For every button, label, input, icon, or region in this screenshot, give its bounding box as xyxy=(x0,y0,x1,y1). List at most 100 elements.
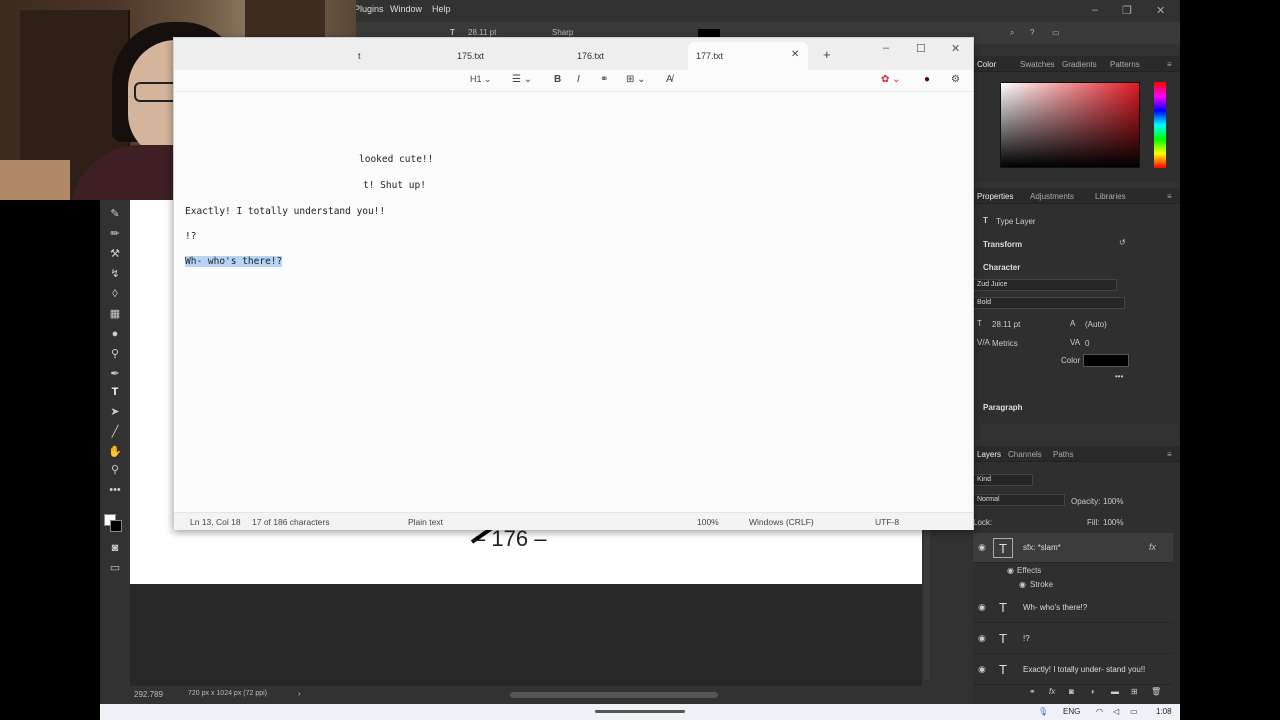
status-zoom[interactable]: 100% xyxy=(697,517,719,527)
clear-format-icon[interactable]: A̸ xyxy=(666,74,673,85)
trash-icon[interactable]: 🗑 xyxy=(1151,687,1161,696)
ps-close-icon[interactable]: ✕ xyxy=(1156,4,1165,17)
options-color-swatch[interactable] xyxy=(698,29,720,37)
font-family-dropdown[interactable]: Zud Juice xyxy=(973,279,1117,291)
status-format[interactable]: Plain text xyxy=(408,517,443,527)
language-indicator[interactable]: ENG xyxy=(1063,707,1080,716)
status-zoom[interactable]: 292.789 xyxy=(134,690,163,699)
heading-dropdown[interactable]: H1 ⌄ xyxy=(470,74,492,85)
status-line-ending[interactable]: Windows (CRLF) xyxy=(749,517,814,527)
path-selection-icon[interactable]: ➤ xyxy=(107,404,123,420)
tab-properties[interactable]: Properties xyxy=(977,192,1013,201)
text-color-swatch[interactable] xyxy=(1083,354,1129,367)
fill-value[interactable]: 100% xyxy=(1103,518,1123,527)
stroke-eye-icon[interactable]: ◉ xyxy=(1019,580,1026,589)
menu-window[interactable]: Window xyxy=(390,4,422,14)
new-tab-icon[interactable]: + xyxy=(823,47,831,62)
more-options-icon[interactable]: ••• xyxy=(1115,372,1123,381)
visibility-eye-icon[interactable]: ◉ xyxy=(978,542,986,553)
leading-value[interactable]: (Auto) xyxy=(1085,320,1107,329)
gradient-tool-icon[interactable]: ▦ xyxy=(107,306,123,322)
menu-plugins[interactable]: Plugins xyxy=(354,4,384,14)
close-icon[interactable]: ✕ xyxy=(951,42,960,55)
minimize-icon[interactable]: – xyxy=(883,42,889,54)
visibility-eye-icon[interactable]: ◉ xyxy=(978,602,986,613)
effects-label[interactable]: Effects xyxy=(1017,566,1041,575)
close-tab-icon[interactable]: ✕ xyxy=(791,49,799,60)
bold-icon[interactable]: B xyxy=(554,74,561,85)
effects-eye-icon[interactable]: ◉ xyxy=(1007,566,1014,575)
status-arrow-icon[interactable]: › xyxy=(298,689,301,698)
panel-menu-icon[interactable]: ≡ xyxy=(1167,450,1172,459)
stamp-tool-icon[interactable]: ⚒ xyxy=(107,246,123,262)
panel-menu-icon[interactable]: ≡ xyxy=(1167,60,1172,69)
italic-icon[interactable]: I xyxy=(577,74,580,85)
mask-icon[interactable]: ◙ xyxy=(1069,687,1074,696)
tab-swatches[interactable]: Swatches xyxy=(1020,60,1055,69)
tab-gradients[interactable]: Gradients xyxy=(1062,60,1097,69)
ps-maximize-icon[interactable]: ❐ xyxy=(1122,4,1132,17)
layer-row[interactable]: ◉ T !? xyxy=(973,624,1173,654)
type-tool-icon[interactable]: T xyxy=(107,384,123,400)
layer-row[interactable]: ◉ T Exactly! I totally under- stand you!… xyxy=(973,655,1173,685)
taskbar-home-indicator[interactable] xyxy=(595,710,685,713)
profile-avatar-icon[interactable]: ● xyxy=(924,74,930,85)
new-layer-icon[interactable]: ⊞ xyxy=(1131,687,1138,696)
eraser-tool-icon[interactable]: ◊ xyxy=(107,286,123,302)
link-icon[interactable]: ⚭ xyxy=(600,74,608,85)
tab-paths[interactable]: Paths xyxy=(1053,450,1073,459)
status-encoding[interactable]: UTF-8 xyxy=(875,517,899,527)
canvas-horizontal-scrollbar[interactable] xyxy=(510,692,718,698)
options-font-size[interactable]: 28.11 pt xyxy=(468,28,496,37)
workspace-icon[interactable]: ▭ xyxy=(1052,28,1060,37)
pen-tool-icon[interactable]: ✒ xyxy=(107,366,123,382)
search-icon[interactable]: ⌕ xyxy=(1010,28,1014,38)
options-antialias[interactable]: Sharp xyxy=(552,28,573,37)
help-icon[interactable]: ? xyxy=(1030,28,1034,37)
fx-icon[interactable]: fx xyxy=(1149,542,1156,552)
table-icon[interactable]: ⊞ ⌄ xyxy=(626,74,646,85)
adjustment-icon[interactable]: ◐ xyxy=(1091,687,1096,696)
kerning-value[interactable]: Metrics xyxy=(992,339,1018,348)
line-tool-icon[interactable]: ╱ xyxy=(107,424,123,440)
folder-icon[interactable]: ▬ xyxy=(1111,687,1119,696)
background-color[interactable] xyxy=(110,520,122,532)
tracking-value[interactable]: 0 xyxy=(1085,339,1089,348)
list-icon[interactable]: ☰ ⌄ xyxy=(512,74,532,85)
visibility-eye-icon[interactable]: ◉ xyxy=(978,664,986,675)
tab-patterns[interactable]: Patterns xyxy=(1110,60,1140,69)
quick-mask-icon[interactable]: ◙ xyxy=(107,540,123,556)
tab-file[interactable]: 176.txt xyxy=(569,42,612,70)
zoom-tool-icon[interactable]: ⚲ xyxy=(107,462,123,478)
font-size-value[interactable]: 28.11 pt xyxy=(992,320,1020,329)
panel-menu-icon[interactable]: ≡ xyxy=(1167,192,1172,201)
tab-file[interactable]: t xyxy=(350,42,369,70)
battery-icon[interactable]: ▭ xyxy=(1130,707,1138,716)
status-doc-info[interactable]: 720 px x 1024 px (72 ppi) xyxy=(188,690,267,697)
character-heading[interactable]: Character xyxy=(983,263,1020,272)
canvas-vertical-scrollbar[interactable] xyxy=(924,530,930,680)
tab-adjustments[interactable]: Adjustments xyxy=(1030,192,1074,201)
stroke-label[interactable]: Stroke xyxy=(1030,580,1053,589)
blur-tool-icon[interactable]: ● xyxy=(107,326,123,342)
visibility-eye-icon[interactable]: ◉ xyxy=(978,633,986,644)
layer-row[interactable]: ◉ T sfx: *slam* fx xyxy=(973,533,1173,563)
fx-button-icon[interactable]: fx xyxy=(1049,687,1055,696)
font-style-dropdown[interactable]: Bold xyxy=(973,297,1125,309)
tab-libraries[interactable]: Libraries xyxy=(1095,192,1126,201)
screen-mode-icon[interactable]: ▭ xyxy=(107,560,123,576)
tab-layers[interactable]: Layers xyxy=(977,450,1001,459)
link-icon[interactable]: ⚭ xyxy=(1029,687,1036,696)
maximize-icon[interactable]: ☐ xyxy=(916,42,926,55)
microphone-icon[interactable]: 🎙 xyxy=(1038,707,1048,716)
layer-filter-dropdown[interactable]: Kind xyxy=(973,474,1033,486)
color-field[interactable] xyxy=(1000,82,1140,168)
more-tools-icon[interactable]: ••• xyxy=(107,482,123,498)
ps-minimize-icon[interactable]: – xyxy=(1092,4,1098,16)
tab-file-active[interactable]: 177.txt xyxy=(688,42,808,70)
clock[interactable]: 1:08 xyxy=(1156,707,1172,716)
paragraph-heading[interactable]: Paragraph xyxy=(983,403,1023,412)
wifi-icon[interactable]: ◠ xyxy=(1096,707,1103,716)
hand-tool-icon[interactable]: ✋ xyxy=(107,444,123,460)
history-brush-icon[interactable]: ↯ xyxy=(107,266,123,282)
